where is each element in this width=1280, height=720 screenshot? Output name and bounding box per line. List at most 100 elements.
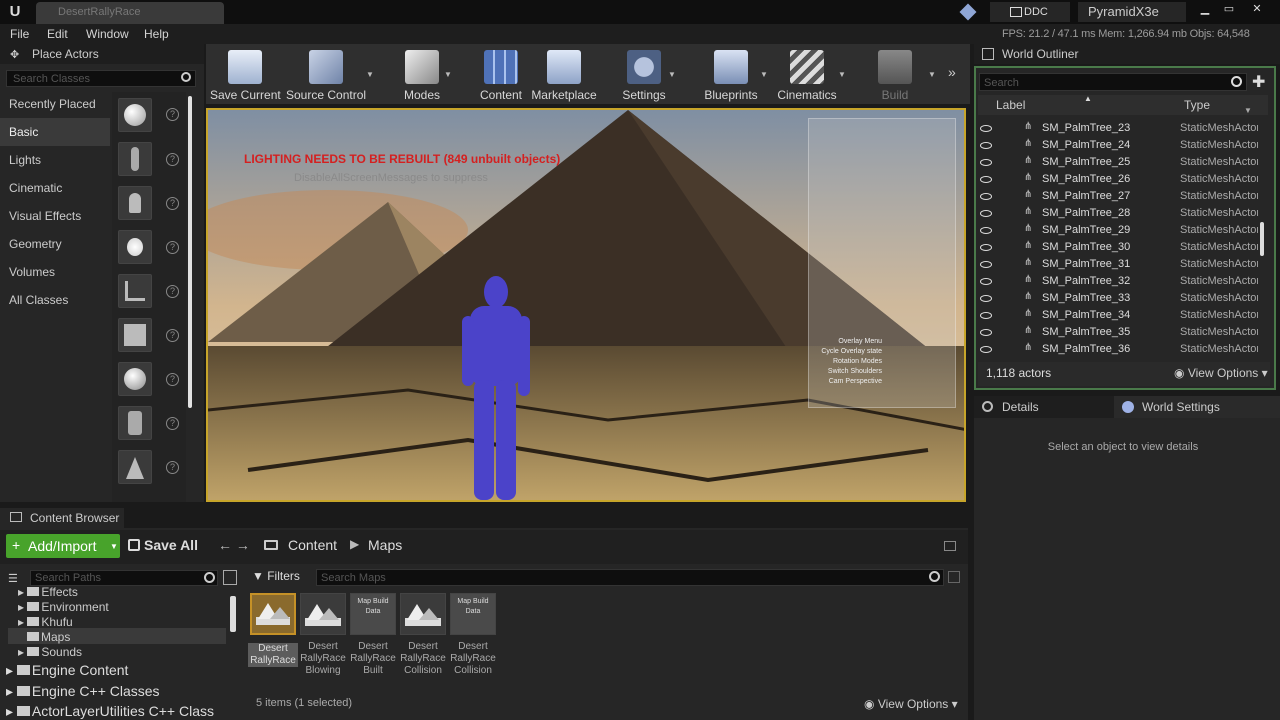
category-volumes[interactable]: Volumes xyxy=(0,258,110,286)
source-control-dropdown-icon[interactable]: ▼ xyxy=(366,70,374,79)
history-nav[interactable]: ← → xyxy=(218,537,250,553)
visibility-eye-icon[interactable] xyxy=(980,312,992,319)
add-import-button[interactable]: Add/Import xyxy=(6,534,120,558)
world-outliner-tab[interactable]: World Outliner xyxy=(974,44,1280,64)
folder-actorlayer-cpp[interactable]: ▸ ActorLayerUtilities C++ Class xyxy=(6,703,214,720)
folder-maps[interactable]: Maps xyxy=(27,630,70,644)
visibility-eye-icon[interactable] xyxy=(980,193,992,200)
help-icon[interactable]: ? xyxy=(166,329,179,342)
outliner-search-input[interactable]: Search xyxy=(979,73,1247,91)
folder-effects[interactable]: ▸ Effects xyxy=(18,585,78,599)
outliner-view-options-button[interactable]: ◉ View Options ▾ xyxy=(1174,366,1268,380)
outliner-row-label[interactable]: SM_PalmTree_23 xyxy=(1042,122,1130,134)
help-icon[interactable]: ? xyxy=(166,417,179,430)
filters-button[interactable]: ▼ Filters xyxy=(252,569,300,583)
visibility-eye-icon[interactable] xyxy=(980,176,992,183)
visibility-eye-icon[interactable] xyxy=(980,346,992,353)
save-current-button[interactable]: Save Current xyxy=(210,44,281,104)
player-start-icon[interactable] xyxy=(118,274,152,308)
content-button[interactable]: Content xyxy=(476,44,526,104)
character-icon[interactable] xyxy=(118,142,152,176)
outliner-row-label[interactable]: SM_PalmTree_24 xyxy=(1042,139,1130,151)
column-type[interactable]: Type xyxy=(1184,98,1210,112)
folder-sounds[interactable]: ▸ Sounds xyxy=(18,645,82,659)
view-options-button[interactable]: ◉ View Options ▾ xyxy=(864,697,958,711)
column-label[interactable]: Label xyxy=(996,98,1025,112)
toolbar-overflow-icon[interactable]: » xyxy=(948,64,956,80)
cylinder-icon[interactable] xyxy=(118,406,152,440)
details-tab[interactable]: Details xyxy=(974,396,1114,418)
outliner-row-label[interactable]: SM_PalmTree_31 xyxy=(1042,258,1130,270)
lock-icon[interactable] xyxy=(944,541,956,551)
cinematics-dropdown-icon[interactable]: ▼ xyxy=(838,70,846,79)
outliner-row-label[interactable]: SM_PalmTree_26 xyxy=(1042,173,1130,185)
blueprints-dropdown-icon[interactable]: ▼ xyxy=(760,70,768,79)
outliner-row-label[interactable]: SM_PalmTree_35 xyxy=(1042,326,1130,338)
folder-engine-content[interactable]: ▸ Engine Content xyxy=(6,662,128,679)
outliner-row-label[interactable]: SM_PalmTree_33 xyxy=(1042,292,1130,304)
visibility-eye-icon[interactable] xyxy=(980,210,992,217)
empty-actor-icon[interactable] xyxy=(118,98,152,132)
marketplace-button[interactable]: Marketplace xyxy=(530,44,598,104)
help-icon[interactable]: ? xyxy=(166,153,179,166)
outliner-scrollbar[interactable] xyxy=(1260,222,1264,256)
help-icon[interactable]: ? xyxy=(166,285,179,298)
visibility-eye-icon[interactable] xyxy=(980,159,992,166)
category-all-classes[interactable]: All Classes xyxy=(0,286,110,314)
asset-thumbnail[interactable] xyxy=(250,593,296,635)
breadcrumb-content[interactable]: Content xyxy=(288,537,337,553)
world-settings-tab[interactable]: World Settings xyxy=(1114,396,1280,418)
category-visual-effects[interactable]: Visual Effects xyxy=(0,202,110,230)
visibility-eye-icon[interactable] xyxy=(980,295,992,302)
outliner-row-label[interactable]: SM_PalmTree_36 xyxy=(1042,343,1130,355)
help-icon[interactable]: ? xyxy=(166,108,179,121)
category-basic[interactable]: Basic xyxy=(0,118,110,146)
search-paths-input[interactable]: Search Paths xyxy=(30,570,218,586)
unreal-logo-icon[interactable]: U xyxy=(6,3,24,21)
column-dropdown-icon[interactable]: ▼ xyxy=(1244,106,1252,115)
visibility-eye-icon[interactable] xyxy=(980,261,992,268)
category-lights[interactable]: Lights xyxy=(0,146,110,174)
build-dropdown-icon[interactable]: ▼ xyxy=(928,70,936,79)
add-icon[interactable]: ✚ xyxy=(1252,72,1265,92)
category-cinematic[interactable]: Cinematic xyxy=(0,174,110,202)
breadcrumb-maps[interactable]: Maps xyxy=(368,537,402,553)
cube-icon[interactable] xyxy=(118,318,152,352)
menu-edit[interactable]: Edit xyxy=(47,27,68,41)
visibility-eye-icon[interactable] xyxy=(980,329,992,336)
category-recently-placed[interactable]: Recently Placed xyxy=(0,90,110,118)
build-button[interactable]: Build xyxy=(870,44,920,104)
outliner-row-label[interactable]: SM_PalmTree_30 xyxy=(1042,241,1130,253)
search-classes-input[interactable]: Search Classes xyxy=(6,70,196,87)
minimize-button[interactable]: ▁ xyxy=(1196,2,1214,16)
cinematics-button[interactable]: Cinematics xyxy=(776,44,838,104)
point-light-icon[interactable] xyxy=(118,230,152,264)
help-icon[interactable]: ? xyxy=(166,241,179,254)
category-geometry[interactable]: Geometry xyxy=(0,230,110,258)
document-tab[interactable]: DesertRallyRace xyxy=(36,2,224,24)
cone-icon[interactable] xyxy=(118,450,152,484)
modes-dropdown-icon[interactable]: ▼ xyxy=(444,70,452,79)
sources-toggle-icon[interactable]: ☰ xyxy=(8,572,24,585)
save-search-icon[interactable] xyxy=(948,571,960,583)
asset-thumbnail[interactable] xyxy=(300,593,346,635)
folder-environment[interactable]: ▸ Environment xyxy=(18,600,109,614)
menu-window[interactable]: Window xyxy=(86,27,129,41)
asset-thumbnail[interactable]: Map Build Data xyxy=(450,593,496,635)
visibility-eye-icon[interactable] xyxy=(980,244,992,251)
outliner-row-label[interactable]: SM_PalmTree_28 xyxy=(1042,207,1130,219)
menu-help[interactable]: Help xyxy=(144,27,169,41)
menu-file[interactable]: File xyxy=(10,27,29,41)
settings-dropdown-icon[interactable]: ▼ xyxy=(668,70,676,79)
help-icon[interactable]: ? xyxy=(166,373,179,386)
outliner-row-label[interactable]: SM_PalmTree_25 xyxy=(1042,156,1130,168)
place-actors-tab[interactable]: Place Actors xyxy=(0,44,204,64)
outliner-row-label[interactable]: SM_PalmTree_34 xyxy=(1042,309,1130,321)
folder-khufu[interactable]: ▸ Khufu xyxy=(18,615,73,629)
asset-thumbnail[interactable] xyxy=(400,593,446,635)
outliner-row-label[interactable]: SM_PalmTree_29 xyxy=(1042,224,1130,236)
actor-list-scrollbar[interactable] xyxy=(188,96,192,408)
folder-engine-cpp-classes[interactable]: ▸ Engine C++ Classes xyxy=(6,683,160,700)
visibility-eye-icon[interactable] xyxy=(980,125,992,132)
visibility-eye-icon[interactable] xyxy=(980,142,992,149)
